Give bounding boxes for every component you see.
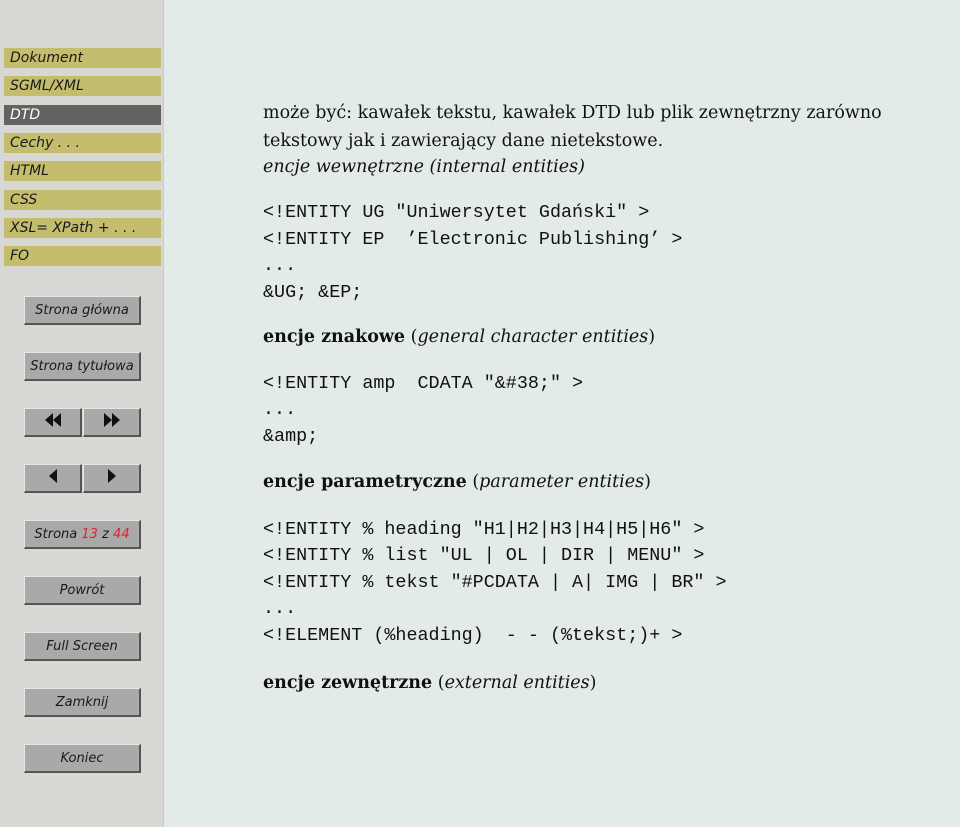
page-separator: z — [102, 526, 109, 542]
nav-item-cechy[interactable]: Cechy . . . — [4, 133, 161, 153]
current-page-number: 13 — [81, 526, 98, 542]
external-entities-heading: encje zewnętrzne (external entities) — [263, 673, 597, 693]
external-entities-english: external entities — [444, 673, 590, 693]
code-line: <!ENTITY UG "Uniwersytet Gdański" > — [263, 202, 650, 223]
next-page-button[interactable] — [83, 464, 141, 493]
slide-content: może być: kawałek tekstu, kawałek DTD lu… — [263, 0, 960, 827]
previous-page-button[interactable] — [24, 464, 82, 493]
code-line: <!ENTITY amp CDATA "&#38;" > — [263, 373, 584, 394]
home-page-button[interactable]: Strona główna — [24, 296, 141, 325]
parameter-entities-heading: encje parametryczne (parameter entities) — [263, 472, 651, 492]
nav-item-dokument[interactable]: Dokument — [4, 48, 161, 68]
code-line: <!ENTITY % heading "H1|H2|H3|H4|H5|H6" > — [263, 519, 705, 540]
nav-item-sgml-xml[interactable]: SGML/XML — [4, 76, 161, 96]
total-pages-number: 44 — [113, 526, 130, 542]
parameter-entities-term: encje parametryczne — [263, 472, 467, 492]
last-page-button[interactable] — [83, 408, 141, 437]
code-line: &UG; &EP; — [263, 282, 363, 303]
full-screen-button[interactable]: Full Screen — [24, 632, 141, 661]
internal-entities-english: internal entities — [436, 157, 579, 177]
right-triangle-icon — [107, 469, 116, 487]
general-entities-english: general character entities — [417, 327, 649, 347]
nav-item-dtd[interactable]: DTD — [4, 105, 161, 125]
external-entities-term: encje zewnętrzne — [263, 673, 433, 693]
page-label: Strona — [34, 526, 78, 542]
code-line: ... — [263, 255, 297, 276]
close-button[interactable]: Zamknij — [24, 688, 141, 717]
double-right-triangle-icon — [103, 413, 120, 431]
end-button[interactable]: Koniec — [24, 744, 141, 773]
code-line: <!ELEMENT (%heading) - - (%tekst;)+ > — [263, 625, 683, 646]
internal-entities-term: encje wewnętrzne — [263, 157, 424, 177]
general-entities-heading: encje znakowe (general character entitie… — [263, 327, 656, 347]
first-page-button[interactable] — [24, 408, 82, 437]
intro-text-line-2: tekstowy jak i zawierający dane nietekst… — [263, 131, 664, 151]
internal-entities-heading: encje wewnętrzne (internal entities) — [263, 157, 585, 177]
nav-item-html[interactable]: HTML — [4, 161, 161, 181]
code-line: &amp; — [263, 426, 319, 447]
code-line: ... — [263, 598, 297, 619]
back-button[interactable]: Powrót — [24, 576, 141, 605]
page-counter: Strona 13 z 44 — [24, 520, 141, 549]
nav-item-fo[interactable]: FO — [4, 246, 161, 266]
code-line: <!ENTITY % list "UL | OL | DIR | MENU" > — [263, 545, 705, 566]
nav-item-xsl[interactable]: XSL= XPath + . . . — [4, 218, 161, 238]
nav-item-css[interactable]: CSS — [4, 190, 161, 210]
code-line: <!ENTITY % tekst "#PCDATA | A| IMG | BR"… — [263, 572, 727, 593]
navigation-sidebar: Dokument SGML/XML DTD Cechy . . . HTML C… — [0, 0, 164, 827]
intro-text-line-1: może być: kawałek tekstu, kawałek DTD lu… — [263, 103, 882, 123]
double-left-triangle-icon — [44, 413, 61, 431]
parameter-entities-english: parameter entities — [479, 472, 645, 492]
code-line: <!ENTITY EP ’Electronic Publishing’ > — [263, 229, 683, 250]
general-entities-term: encje znakowe — [263, 327, 406, 347]
code-line: ... — [263, 399, 297, 420]
title-page-button[interactable]: Strona tytułowa — [24, 352, 141, 381]
left-triangle-icon — [48, 469, 57, 487]
